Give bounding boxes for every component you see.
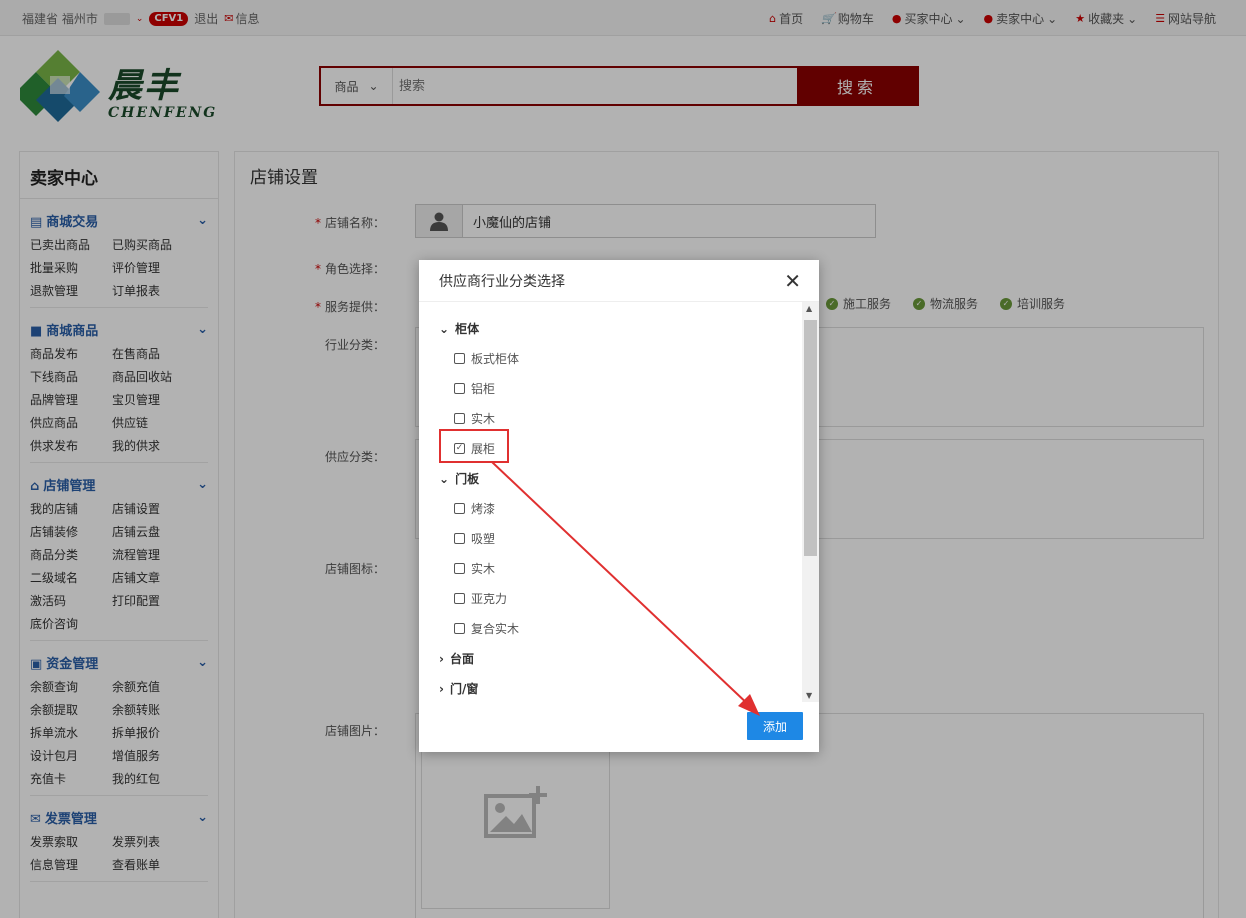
annotation-arrow-icon bbox=[491, 461, 760, 716]
